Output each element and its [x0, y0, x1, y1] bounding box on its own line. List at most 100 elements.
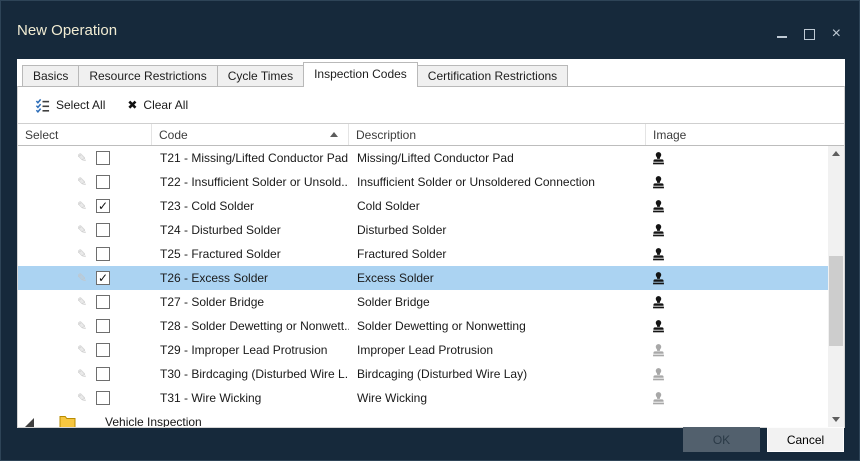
description-cell: Excess Solder — [349, 271, 646, 285]
row-checkbox[interactable]: ✓ — [96, 199, 110, 213]
group-label: Vehicle Inspection — [105, 415, 202, 427]
code-cell: T21 - Missing/Lifted Conductor Pad — [152, 151, 349, 165]
table-row[interactable]: ✎ T25 - Fractured Solder Fractured Solde… — [18, 242, 828, 266]
table-row[interactable]: ✎ T27 - Solder Bridge Solder Bridge — [18, 290, 828, 314]
scrollbar-track[interactable] — [828, 161, 844, 412]
edit-pencil-icon: ✎ — [77, 175, 87, 189]
stamp-image-icon — [651, 175, 666, 190]
code-cell: T24 - Disturbed Solder — [152, 223, 349, 237]
select-cell: ✎ — [18, 343, 152, 357]
edit-pencil-icon: ✎ — [77, 319, 87, 333]
table-row[interactable]: ✎ T30 - Birdcaging (Disturbed Wire L... … — [18, 362, 828, 386]
description-cell: Wire Wicking — [349, 391, 646, 405]
edit-pencil-icon: ✎ — [77, 247, 87, 261]
select-cell: ✎ — [18, 223, 152, 237]
tab-resource-restrictions[interactable]: Resource Restrictions — [78, 65, 217, 87]
stamp-image-icon — [651, 271, 666, 286]
description-cell: Insufficient Solder or Unsoldered Connec… — [349, 175, 646, 189]
edit-pencil-icon: ✎ — [77, 199, 87, 213]
select-cell: ✎ — [18, 175, 152, 189]
column-header-code[interactable]: Code — [152, 124, 349, 145]
image-cell — [646, 199, 828, 214]
row-checkbox[interactable] — [96, 319, 110, 333]
tab-inspection-codes[interactable]: Inspection Codes — [303, 62, 418, 87]
select-cell: ✎ — [18, 391, 152, 405]
inspection-codes-panel: Select All ✖ Clear All Select Code Descr… — [17, 86, 845, 428]
image-cell — [646, 151, 828, 166]
row-checkbox[interactable]: ✓ — [96, 271, 110, 285]
tab-certification-restrictions[interactable]: Certification Restrictions — [417, 65, 568, 87]
edit-pencil-icon: ✎ — [77, 343, 87, 357]
table-row[interactable]: ✎ T22 - Insufficient Solder or Unsold...… — [18, 170, 828, 194]
table-row[interactable]: ✎ T29 - Improper Lead Protrusion Imprope… — [18, 338, 828, 362]
row-checkbox[interactable] — [96, 151, 110, 165]
table-row[interactable]: ✎ T31 - Wire Wicking Wire Wicking — [18, 386, 828, 410]
grid-header: Select Code Description Image — [18, 124, 844, 146]
stamp-image-icon — [651, 343, 666, 358]
code-cell: T26 - Excess Solder — [152, 271, 349, 285]
description-cell: Solder Bridge — [349, 295, 646, 309]
tab-cycle-times[interactable]: Cycle Times — [217, 65, 304, 87]
select-all-button[interactable]: Select All — [30, 95, 110, 116]
dialog-content: Basics Resource Restrictions Cycle Times… — [17, 59, 845, 428]
ok-button[interactable]: OK — [683, 427, 760, 452]
row-checkbox[interactable] — [96, 343, 110, 357]
column-header-image[interactable]: Image — [646, 124, 844, 145]
folder-icon — [59, 415, 76, 427]
dialog-footer: OK Cancel — [683, 427, 844, 452]
column-header-select[interactable]: Select — [18, 124, 152, 145]
close-icon[interactable]: × — [832, 28, 841, 40]
image-cell — [646, 223, 828, 238]
image-cell — [646, 271, 828, 286]
select-cell: ✎ — [18, 367, 152, 381]
description-cell: Cold Solder — [349, 199, 646, 213]
vertical-scrollbar[interactable] — [828, 146, 844, 427]
table-row[interactable]: ✎ T24 - Disturbed Solder Disturbed Solde… — [18, 218, 828, 242]
description-cell: Improper Lead Protrusion — [349, 343, 646, 357]
description-cell: Disturbed Solder — [349, 223, 646, 237]
tab-basics[interactable]: Basics — [22, 65, 79, 87]
group-expander-icon[interactable] — [25, 418, 34, 427]
grid-toolbar: Select All ✖ Clear All — [18, 87, 844, 123]
select-cell: ✎ — [18, 247, 152, 261]
edit-pencil-icon: ✎ — [77, 295, 87, 309]
image-cell — [646, 247, 828, 262]
minimize-icon[interactable] — [777, 29, 787, 39]
column-header-description[interactable]: Description — [349, 124, 646, 145]
cancel-button[interactable]: Cancel — [767, 427, 844, 452]
edit-pencil-icon: ✎ — [77, 271, 87, 285]
code-cell: T31 - Wire Wicking — [152, 391, 349, 405]
select-cell: ✎ — [18, 151, 152, 165]
row-checkbox[interactable] — [96, 391, 110, 405]
table-row[interactable]: ✎ T21 - Missing/Lifted Conductor Pad Mis… — [18, 146, 828, 170]
table-row[interactable]: ✎ ✓ T26 - Excess Solder Excess Solder — [18, 266, 828, 290]
code-cell: T23 - Cold Solder — [152, 199, 349, 213]
code-cell: T27 - Solder Bridge — [152, 295, 349, 309]
row-checkbox[interactable] — [96, 367, 110, 381]
scroll-up-icon — [832, 151, 840, 156]
stamp-image-icon — [651, 319, 666, 334]
row-checkbox[interactable] — [96, 295, 110, 309]
scrollbar-thumb[interactable] — [829, 256, 843, 346]
scroll-down-button[interactable] — [828, 412, 844, 427]
group-row[interactable]: Vehicle Inspection — [18, 410, 828, 427]
table-row[interactable]: ✎ ✓ T23 - Cold Solder Cold Solder — [18, 194, 828, 218]
code-cell: T29 - Improper Lead Protrusion — [152, 343, 349, 357]
tabstrip: Basics Resource Restrictions Cycle Times… — [22, 62, 845, 87]
window-title: New Operation — [17, 22, 117, 39]
clear-all-button[interactable]: ✖ Clear All — [122, 95, 193, 115]
row-checkbox[interactable] — [96, 247, 110, 261]
select-all-label: Select All — [56, 98, 105, 112]
row-checkbox[interactable] — [96, 223, 110, 237]
image-cell — [646, 343, 828, 358]
scroll-up-button[interactable] — [828, 146, 844, 161]
maximize-icon[interactable] — [804, 29, 815, 40]
image-cell — [646, 319, 828, 334]
grid-rows: ✎ T21 - Missing/Lifted Conductor Pad Mis… — [18, 146, 828, 427]
stamp-image-icon — [651, 391, 666, 406]
code-cell: T30 - Birdcaging (Disturbed Wire L... — [152, 367, 349, 381]
row-checkbox[interactable] — [96, 175, 110, 189]
table-row[interactable]: ✎ T28 - Solder Dewetting or Nonwett... S… — [18, 314, 828, 338]
stamp-image-icon — [651, 151, 666, 166]
edit-pencil-icon: ✎ — [77, 151, 87, 165]
